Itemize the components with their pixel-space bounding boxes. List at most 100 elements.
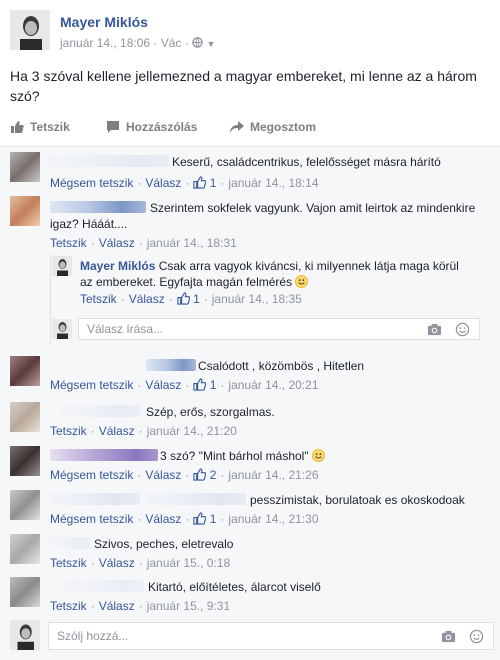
commenter-avatar[interactable]: [10, 577, 40, 607]
comment-time[interactable]: január 15., 9:31: [147, 599, 230, 613]
like-link[interactable]: Tetszik: [50, 424, 87, 438]
redacted-name: [146, 493, 246, 505]
likes-count[interactable]: 2: [193, 468, 216, 482]
commenter-avatar[interactable]: [10, 446, 40, 476]
like-link[interactable]: Mégsem tetszik: [50, 176, 133, 190]
comment-label: Hozzászólás: [126, 120, 198, 134]
redacted-name: [50, 155, 170, 167]
reply-link[interactable]: Válasz: [145, 378, 181, 392]
likes-number: 1: [209, 512, 217, 526]
redacted-name: [60, 580, 144, 592]
comment-text: 3 szó? "Mint bárhol máshol": [160, 449, 309, 463]
commenter-avatar[interactable]: [10, 534, 40, 564]
chevron-down-icon[interactable]: ▼: [206, 39, 215, 49]
globe-icon: [192, 36, 206, 50]
like-count-icon: [193, 468, 207, 481]
reply-input[interactable]: Válasz írása...: [78, 318, 480, 340]
likes-count[interactable]: 1: [193, 512, 216, 526]
my-avatar-small: [52, 319, 72, 339]
like-link[interactable]: Tetszik: [50, 556, 87, 570]
reply-link[interactable]: Válasz: [99, 599, 135, 613]
reply-author-avatar[interactable]: [52, 256, 72, 276]
comment-button[interactable]: Hozzászólás: [106, 120, 197, 134]
post-meta: január 14., 18:06 · Vác · ▼: [60, 36, 216, 50]
reply-thread-line: [50, 254, 51, 344]
comment-text: pesszimistak, borulatoak es okoskodoak: [250, 493, 465, 507]
reply-link[interactable]: Válasz: [129, 292, 165, 306]
comment-text: Szép, erős, szorgalmas.: [146, 405, 275, 419]
emoji-icon[interactable]: [469, 629, 484, 644]
like-link[interactable]: Mégsem tetszik: [50, 378, 133, 392]
likes-number: 2: [209, 468, 217, 482]
redacted-name: [146, 359, 196, 371]
comment-time[interactable]: január 14., 18:14: [228, 176, 318, 190]
like-label: Tetszik: [30, 120, 70, 134]
post-location[interactable]: Vác: [161, 36, 182, 50]
comment-actions: Mégsem tetszik · Válasz · 1 · január 14.…: [50, 512, 319, 526]
like-link[interactable]: Tetszik: [80, 292, 117, 306]
reply-text-cont: az embereket. Egyfajta magán felmérés: [80, 275, 293, 289]
comment-text: Csalódott , közömbös , Hitetlen: [198, 359, 365, 373]
comment-input[interactable]: Szólj hozzá...: [48, 622, 494, 650]
comment-actions: Mégsem tetszik · Válasz · 2 · január 14.…: [50, 468, 319, 482]
reply-placeholder: Válasz írása...: [87, 322, 164, 336]
commenter-avatar[interactable]: [10, 402, 40, 432]
reply-link[interactable]: Válasz: [99, 424, 135, 438]
comment-actions: Mégsem tetszik · Válasz · 1 · január 14.…: [50, 176, 319, 190]
like-count-icon: [193, 176, 207, 189]
commenter-avatar[interactable]: [10, 490, 40, 520]
reply-text-line2: az embereket. Egyfajta magán felmérés: [80, 274, 309, 290]
comment-text: Szivos, peches, eletrevalo: [94, 537, 234, 551]
commenter-avatar[interactable]: [10, 196, 40, 226]
commenter-avatar[interactable]: [10, 152, 40, 182]
redacted-name: [50, 493, 140, 505]
like-link[interactable]: Mégsem tetszik: [50, 468, 133, 482]
post-text: Ha 3 szóval kellene jellemezned a magyar…: [10, 68, 477, 104]
reply-link[interactable]: Válasz: [99, 556, 135, 570]
comment-time[interactable]: január 14., 21:26: [228, 468, 318, 482]
author-avatar[interactable]: [10, 10, 50, 50]
reply-link[interactable]: Válasz: [99, 236, 135, 250]
comment-icon: [107, 121, 119, 133]
like-button[interactable]: Tetszik: [10, 120, 70, 134]
comment-placeholder: Szólj hozzá...: [57, 629, 129, 643]
camera-icon[interactable]: [427, 322, 442, 337]
like-link[interactable]: Tetszik: [50, 236, 87, 250]
reply-author[interactable]: Mayer Miklós: [80, 259, 155, 273]
commenter-avatar[interactable]: [10, 356, 40, 386]
thumbs-up-icon: [11, 121, 24, 133]
comment-time[interactable]: január 14., 18:31: [147, 236, 237, 250]
likes-count[interactable]: 1: [193, 176, 216, 190]
reply-time[interactable]: január 14., 18:35: [212, 292, 302, 306]
comment-actions: Tetszik · Válasz · január 14., 18:31: [50, 236, 237, 250]
comment-actions: Mégsem tetszik · Válasz · 1 · január 14.…: [50, 378, 319, 392]
comment-actions: Tetszik · Válasz · január 15., 9:31: [50, 599, 231, 613]
camera-icon[interactable]: [441, 629, 456, 644]
share-button[interactable]: Megosztom: [230, 120, 316, 134]
like-link[interactable]: Tetszik: [50, 599, 87, 613]
comment-time[interactable]: január 14., 21:30: [228, 512, 318, 526]
like-link[interactable]: Mégsem tetszik: [50, 512, 133, 526]
comment-text-cont: igaz? Hááát....: [50, 217, 128, 231]
post-date[interactable]: január 14., 18:06: [60, 36, 150, 50]
emoji-icon[interactable]: [455, 322, 470, 337]
redacted-name: [60, 405, 140, 417]
redacted-name: [50, 449, 158, 461]
likes-number: 1: [209, 176, 217, 190]
like-count-icon: [193, 378, 207, 391]
share-icon: [230, 121, 244, 133]
comment-text: Kitartó, előítéletes, álarcot viselő: [148, 580, 321, 594]
comment-time[interactable]: január 14., 20:21: [228, 378, 318, 392]
reply-link[interactable]: Válasz: [145, 512, 181, 526]
post-author[interactable]: Mayer Miklós: [60, 14, 148, 30]
redacted-name: [50, 537, 90, 549]
likes-count[interactable]: 1: [193, 378, 216, 392]
reply-text: Csak arra vagyok kiváncsi, ki milyennek …: [158, 259, 459, 273]
reply-link[interactable]: Válasz: [145, 468, 181, 482]
comment-time[interactable]: január 15., 0:18: [147, 556, 230, 570]
post-header: Mayer Miklós január 14., 18:06 · Vác · ▼: [0, 0, 500, 60]
comment-time[interactable]: január 14., 21:20: [147, 424, 237, 438]
reply-link[interactable]: Válasz: [145, 176, 181, 190]
likes-count[interactable]: 1: [177, 292, 200, 306]
comment-text: Keserű, családcentrikus, felelősséget má…: [172, 155, 441, 169]
